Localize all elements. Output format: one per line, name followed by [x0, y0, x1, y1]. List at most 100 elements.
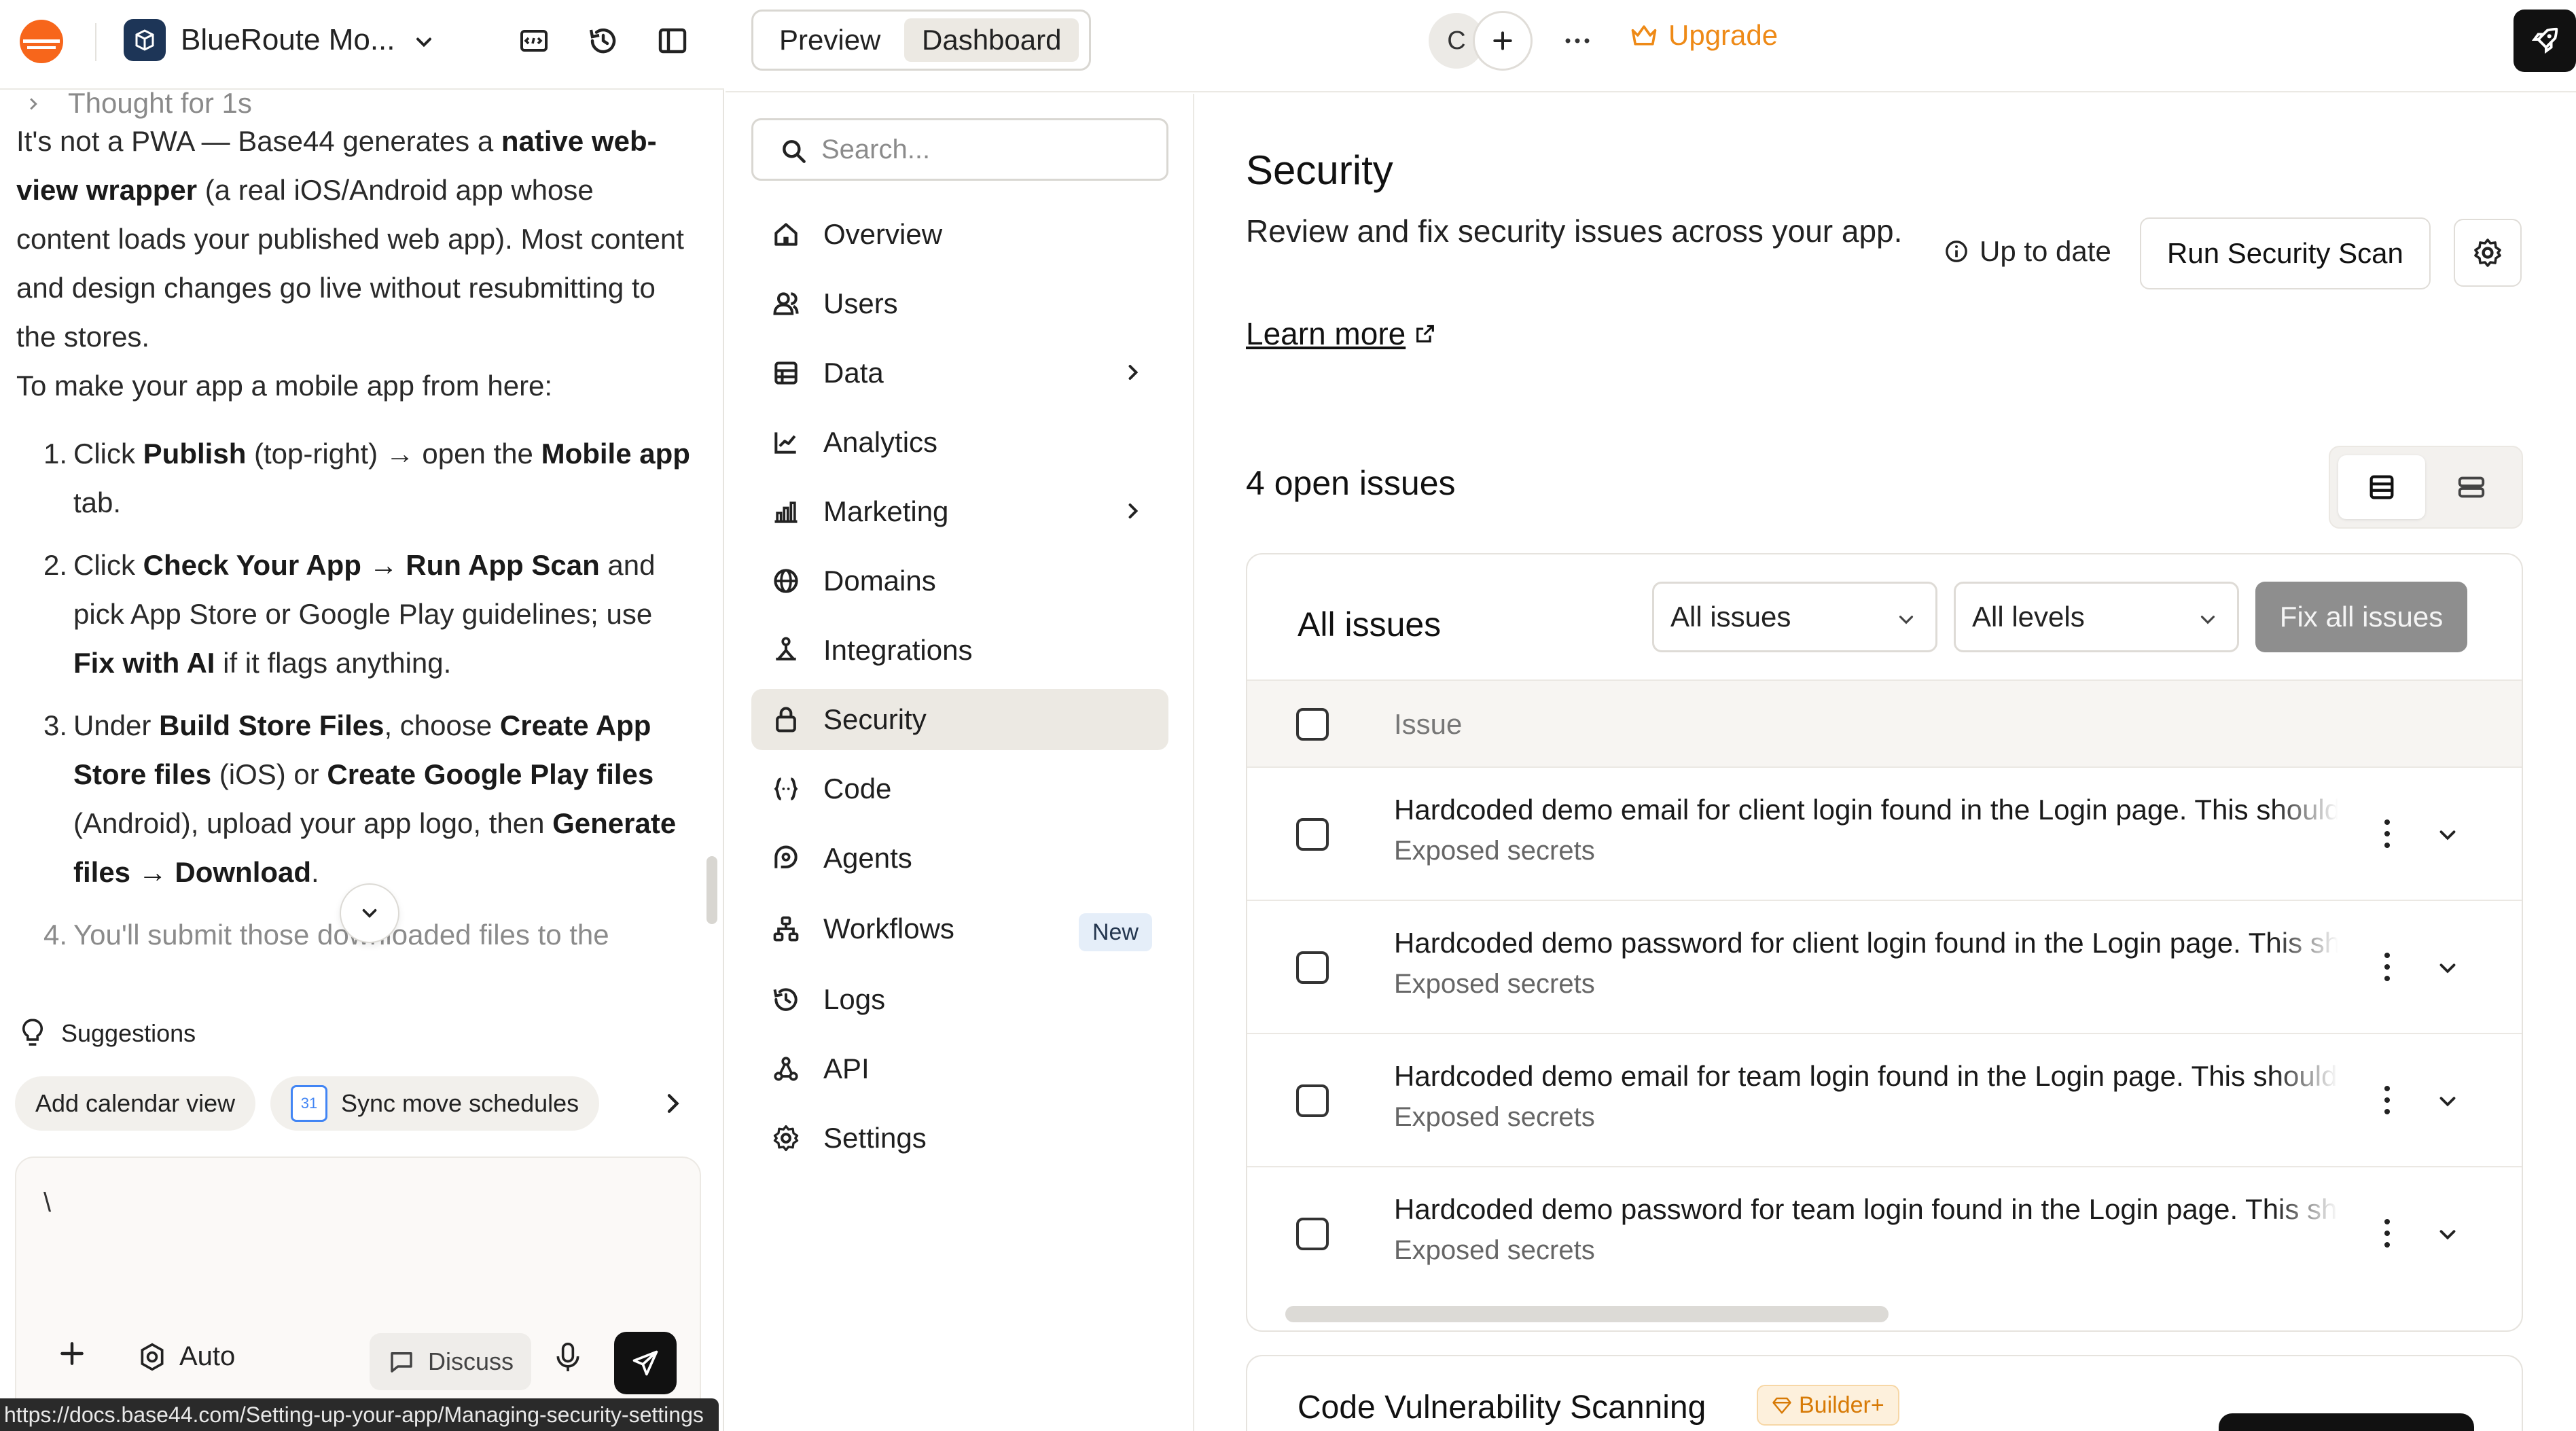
- gear-icon: [769, 1121, 803, 1155]
- fix-all-issues-button[interactable]: Fix all issues: [2255, 582, 2467, 652]
- select-all-checkbox[interactable]: [1296, 708, 1329, 741]
- microphone-icon[interactable]: [553, 1341, 583, 1374]
- discuss-button[interactable]: Discuss: [370, 1333, 532, 1390]
- chevron-down-icon[interactable]: [2435, 1089, 2461, 1114]
- crown-icon: [1631, 25, 1657, 46]
- preview-tab[interactable]: Preview: [762, 18, 898, 62]
- search-input[interactable]: [821, 130, 1147, 169]
- chevron-right-icon: [1128, 365, 1139, 380]
- search-box[interactable]: [751, 118, 1168, 181]
- table-view-icon: [2369, 475, 2394, 499]
- chevron-down-icon[interactable]: [412, 30, 436, 54]
- more-options-button[interactable]: [1557, 20, 1598, 61]
- vuln-action-button[interactable]: [2219, 1413, 2474, 1431]
- new-badge: New: [1078, 913, 1152, 951]
- more-vertical-icon[interactable]: [2380, 950, 2394, 984]
- sidebar-item-api[interactable]: API: [751, 1038, 1168, 1099]
- sidebar-item-workflows[interactable]: Workflows New: [751, 898, 1168, 959]
- app-name[interactable]: BlueRoute Mo...: [181, 23, 395, 57]
- sidebar-toggle-icon[interactable]: [652, 20, 693, 61]
- table-row[interactable]: Hardcoded demo email for client login fo…: [1247, 768, 2522, 901]
- sidebar-item-marketing[interactable]: Marketing: [751, 481, 1168, 542]
- chevron-down-icon[interactable]: [2435, 1222, 2461, 1248]
- suggestion-chip[interactable]: Add calendar view: [15, 1076, 256, 1131]
- thought-toggle[interactable]: Thought for 1s: [16, 90, 694, 118]
- table-row[interactable]: Hardcoded demo email for team login foun…: [1247, 1034, 2522, 1167]
- vuln-card-title: Code Vulnerability Scanning: [1298, 1390, 1706, 1426]
- upgrade-button[interactable]: Upgrade: [1629, 19, 1778, 52]
- issue-type-filter[interactable]: All issues: [1652, 582, 1937, 652]
- sidebar-item-integrations[interactable]: Integrations: [751, 620, 1168, 681]
- view-mode-switch: [2329, 446, 2523, 529]
- more-vertical-icon[interactable]: [2380, 817, 2394, 851]
- diamond-icon: [1772, 1397, 1791, 1414]
- chat-scrollbar[interactable]: [706, 856, 717, 924]
- plus-icon: [1493, 31, 1512, 50]
- base44-logo-icon[interactable]: [19, 19, 64, 64]
- sidebar-item-security[interactable]: Security: [751, 689, 1168, 750]
- code-braces-icon: [769, 772, 803, 806]
- issue-category: Exposed secrets: [1394, 1235, 1595, 1265]
- composer-input[interactable]: \: [43, 1188, 51, 1218]
- history-icon[interactable]: [583, 20, 624, 61]
- agent-icon: [769, 841, 803, 875]
- mode-selector[interactable]: Auto: [137, 1341, 235, 1372]
- app-icon[interactable]: [124, 19, 166, 61]
- sidebar-item-data[interactable]: Data: [751, 342, 1168, 404]
- dashboard-tab[interactable]: Dashboard: [904, 18, 1079, 62]
- issue-level-filter[interactable]: All levels: [1954, 582, 2239, 652]
- send-button[interactable]: [614, 1332, 677, 1394]
- sidebar-item-overview[interactable]: Overview: [751, 204, 1168, 265]
- code-editor-icon[interactable]: [514, 20, 554, 61]
- sidebar-item-label: Workflows: [823, 913, 954, 944]
- chat-panel: BlueRoute Mo... Thought for 1s It's not …: [0, 0, 724, 1431]
- sidebar-item-label: Settings: [823, 1122, 927, 1154]
- chevron-down-icon[interactable]: [2435, 955, 2461, 981]
- logs-history-icon: [769, 983, 803, 1017]
- scrollbar-thumb[interactable]: [1285, 1306, 1889, 1322]
- sidebar-item-analytics[interactable]: Analytics: [751, 412, 1168, 473]
- run-security-scan-button[interactable]: Run Security Scan: [2140, 217, 2431, 289]
- sidebar-item-settings[interactable]: Settings: [751, 1108, 1168, 1169]
- security-settings-button[interactable]: [2454, 219, 2522, 287]
- more-vertical-icon[interactable]: [2380, 1083, 2394, 1117]
- learn-more-link[interactable]: Learn more: [1246, 315, 1437, 352]
- chat-composer[interactable]: \ Auto Discuss: [15, 1156, 701, 1431]
- scroll-down-button[interactable]: [340, 883, 399, 943]
- list-item: 1. Click Publish (top-right) → open the M…: [43, 438, 690, 518]
- table-view-button[interactable]: [2338, 455, 2425, 519]
- row-checkbox[interactable]: [1296, 1084, 1329, 1117]
- table-row[interactable]: Hardcoded demo password for client login…: [1247, 901, 2522, 1034]
- chevron-down-icon[interactable]: [2435, 822, 2461, 848]
- issue-category: Exposed secrets: [1394, 1102, 1595, 1132]
- table-row[interactable]: Hardcoded demo password for team login f…: [1247, 1167, 2522, 1301]
- sidebar-item-users[interactable]: Users: [751, 273, 1168, 334]
- list-item: 2. Click Check Your App → Run App Scan an…: [43, 549, 656, 679]
- sidebar-item-logs[interactable]: Logs: [751, 969, 1168, 1030]
- sidebar-item-agents[interactable]: Agents: [751, 828, 1168, 889]
- lightbulb-icon: [22, 1019, 43, 1046]
- bar-chart-icon: [769, 495, 803, 529]
- row-checkbox[interactable]: [1296, 951, 1329, 984]
- publish-button[interactable]: [2514, 10, 2576, 72]
- suggestions-label: Suggestions: [61, 1019, 196, 1047]
- auto-mode-icon: [141, 1343, 164, 1371]
- horizontal-scrollbar[interactable]: [1285, 1306, 2488, 1322]
- more-horizontal-icon: [1565, 38, 1590, 43]
- card-view-icon: [2458, 476, 2485, 498]
- mode-label: Auto: [179, 1341, 236, 1371]
- row-checkbox[interactable]: [1296, 1218, 1329, 1250]
- sidebar-item-domains[interactable]: Domains: [751, 550, 1168, 612]
- more-vertical-icon[interactable]: [2380, 1216, 2394, 1250]
- code-vulnerability-card: Code Vulnerability Scanning Builder+: [1246, 1355, 2523, 1431]
- suggestions-next-button[interactable]: [652, 1083, 693, 1124]
- card-view-button[interactable]: [2428, 455, 2515, 519]
- suggestions-header: Suggestions: [18, 1017, 196, 1050]
- suggestion-chip[interactable]: 31 Sync move schedules: [270, 1076, 600, 1131]
- api-icon: [769, 1052, 803, 1086]
- invite-button[interactable]: [1473, 11, 1533, 71]
- plus-icon[interactable]: [57, 1339, 87, 1368]
- sidebar-item-code[interactable]: Code: [751, 758, 1168, 819]
- sidebar-item-label: Integrations: [823, 634, 973, 666]
- row-checkbox[interactable]: [1296, 818, 1329, 851]
